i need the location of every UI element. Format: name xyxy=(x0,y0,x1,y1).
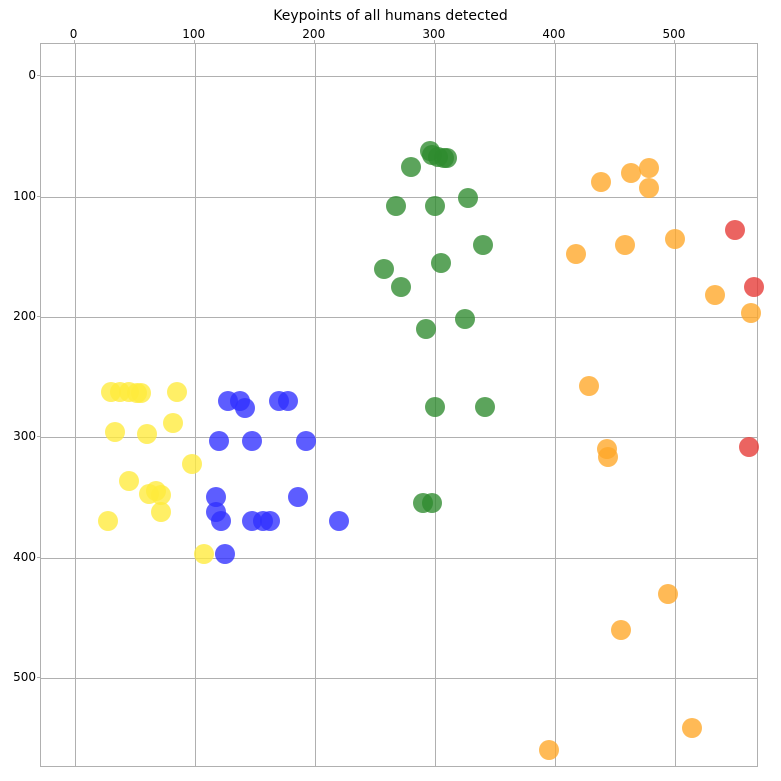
keypoint-dot xyxy=(611,620,631,640)
gridline-vertical xyxy=(75,44,76,766)
ytick-label: 400 xyxy=(6,550,36,564)
plot-area xyxy=(40,43,758,767)
keypoint-dot xyxy=(615,235,635,255)
keypoint-dot xyxy=(288,487,308,507)
keypoint-dot xyxy=(119,471,139,491)
gridline-vertical xyxy=(555,44,556,766)
keypoint-dot xyxy=(211,511,231,531)
keypoint-dot xyxy=(215,544,235,564)
ytick-label: 200 xyxy=(6,309,36,323)
keypoint-dot xyxy=(725,220,745,240)
keypoint-dot xyxy=(739,437,759,457)
gridline-horizontal xyxy=(41,317,757,318)
xtick-label: 100 xyxy=(182,27,205,41)
keypoint-dot xyxy=(131,383,151,403)
xtick-label: 300 xyxy=(422,27,445,41)
keypoint-dot xyxy=(425,196,445,216)
keypoint-dot xyxy=(658,584,678,604)
keypoint-dot xyxy=(401,157,421,177)
keypoint-dot xyxy=(329,511,349,531)
gridline-vertical xyxy=(675,44,676,766)
keypoint-dot xyxy=(682,718,702,738)
keypoint-dot xyxy=(151,502,171,522)
keypoint-dot xyxy=(137,424,157,444)
keypoint-dot xyxy=(639,178,659,198)
keypoint-dot xyxy=(374,259,394,279)
keypoint-dot xyxy=(386,196,406,216)
gridline-horizontal xyxy=(41,678,757,679)
xtick-label: 500 xyxy=(663,27,686,41)
chart-title: Keypoints of all humans detected xyxy=(0,8,781,24)
keypoint-dot xyxy=(431,253,451,273)
keypoint-dot xyxy=(539,740,559,760)
keypoint-dot xyxy=(416,319,436,339)
gridline-vertical xyxy=(315,44,316,766)
keypoint-dot xyxy=(639,158,659,178)
keypoint-dot xyxy=(621,163,641,183)
keypoint-dot xyxy=(260,511,280,531)
keypoint-dot xyxy=(422,493,442,513)
ytick-label: 100 xyxy=(6,189,36,203)
keypoint-dot xyxy=(455,309,475,329)
keypoint-dot xyxy=(458,188,478,208)
keypoint-dot xyxy=(598,447,618,467)
keypoint-dot xyxy=(167,382,187,402)
gridline-horizontal xyxy=(41,558,757,559)
xtick-label: 0 xyxy=(70,27,78,41)
keypoint-dot xyxy=(296,431,316,451)
keypoint-dot xyxy=(437,148,457,168)
keypoint-dot xyxy=(391,277,411,297)
keypoint-dot xyxy=(163,413,183,433)
keypoint-dot xyxy=(209,431,229,451)
keypoint-dot xyxy=(235,398,255,418)
xtick-label: 400 xyxy=(542,27,565,41)
keypoint-dot xyxy=(591,172,611,192)
chart-container: Keypoints of all humans detected 0 100 200… xyxy=(0,0,781,781)
keypoint-dot xyxy=(744,277,764,297)
keypoint-dot xyxy=(194,544,214,564)
keypoint-dot xyxy=(473,235,493,255)
keypoint-dot xyxy=(705,285,725,305)
keypoint-dot xyxy=(98,511,118,531)
gridline-vertical xyxy=(195,44,196,766)
keypoint-dot xyxy=(278,391,298,411)
keypoint-dot xyxy=(475,397,495,417)
xtick-label: 200 xyxy=(302,27,325,41)
keypoint-dot xyxy=(579,376,599,396)
keypoint-dot xyxy=(242,431,262,451)
ytick-label: 0 xyxy=(6,68,36,82)
keypoint-dot xyxy=(566,244,586,264)
gridline-horizontal xyxy=(41,76,757,77)
keypoint-dot xyxy=(182,454,202,474)
keypoint-dot xyxy=(665,229,685,249)
ytick-label: 500 xyxy=(6,670,36,684)
ytick-label: 300 xyxy=(6,429,36,443)
keypoint-dot xyxy=(105,422,125,442)
keypoint-dot xyxy=(741,303,761,323)
keypoint-dot xyxy=(425,397,445,417)
